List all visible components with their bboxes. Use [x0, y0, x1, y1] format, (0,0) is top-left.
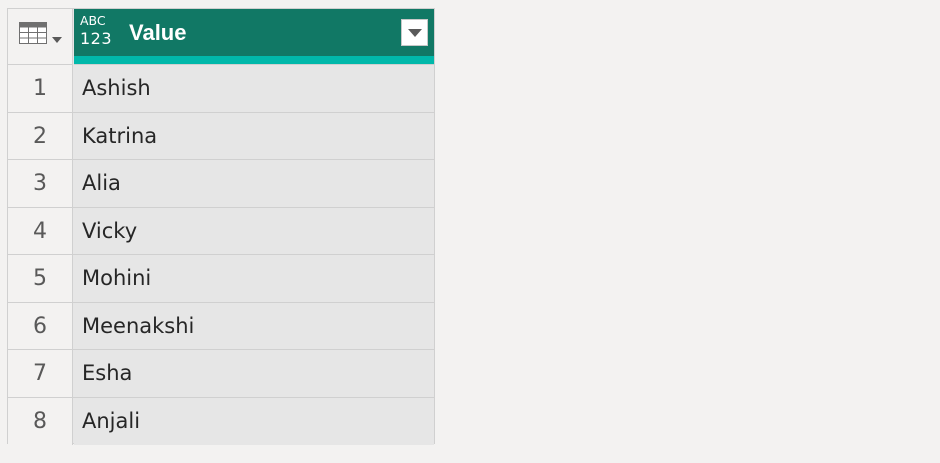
data-grid: ABC 123 Value 1 Ashish 2 Katrina 3 Alia …	[7, 8, 435, 445]
row-header-spacer	[8, 54, 73, 65]
table-row: 7 Esha	[8, 350, 434, 398]
row-number[interactable]: 5	[8, 255, 73, 302]
type-label-123: 123	[80, 29, 113, 48]
column-quality-bar	[74, 56, 434, 64]
table-icon	[19, 22, 47, 44]
cell-value[interactable]: Katrina	[74, 112, 434, 159]
column-title: Value	[129, 20, 187, 45]
table-row: 3 Alia	[8, 160, 434, 208]
cell-value[interactable]: Ashish	[74, 65, 434, 112]
cell-value[interactable]: Meenakshi	[74, 302, 434, 349]
row-number[interactable]: 1	[8, 65, 73, 112]
cell-value[interactable]: Vicky	[74, 207, 434, 254]
row-number[interactable]: 2	[8, 112, 73, 159]
column-header-value[interactable]: ABC 123 Value	[74, 9, 434, 56]
cell-value[interactable]: Alia	[74, 160, 434, 207]
cell-value[interactable]: Anjali	[74, 397, 434, 445]
cell-value[interactable]: Mohini	[74, 255, 434, 302]
table-menu-button[interactable]	[8, 9, 73, 54]
table-row: 2 Katrina	[8, 112, 434, 160]
row-number[interactable]: 7	[8, 350, 73, 397]
table-row: 6 Meenakshi	[8, 302, 434, 350]
chevron-down-icon	[408, 29, 422, 37]
row-number[interactable]: 8	[8, 397, 73, 445]
column-filter-button[interactable]	[401, 19, 428, 46]
table-row: 4 Vicky	[8, 207, 434, 255]
table-row: 1 Ashish	[8, 65, 434, 113]
table-row: 5 Mohini	[8, 255, 434, 303]
dropdown-arrow-icon	[52, 37, 62, 43]
table-body: 1 Ashish 2 Katrina 3 Alia 4 Vicky 5 Mohi…	[8, 65, 434, 445]
row-number[interactable]: 6	[8, 302, 73, 349]
row-number[interactable]: 4	[8, 207, 73, 254]
table-row: 8 Anjali	[8, 397, 434, 445]
text-number-type-icon[interactable]: ABC 123	[80, 13, 116, 51]
cell-value[interactable]: Esha	[74, 350, 434, 397]
type-label-abc: ABC	[80, 13, 106, 28]
row-number[interactable]: 3	[8, 160, 73, 207]
